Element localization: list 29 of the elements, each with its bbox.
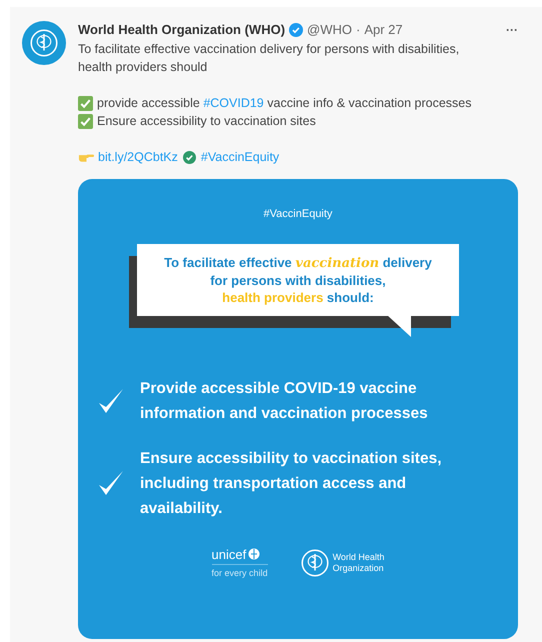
who-emblem-icon [300,548,330,578]
tweet-text: To facilitate effective vaccination delivery for persons with disabilities, health providers should [78,41,460,76]
bubble-tail [387,314,413,336]
who-logo-text: Organization [332,563,384,574]
link[interactable]: bit.ly/2QCbtKz [98,148,178,166]
check-mark-icon [78,114,93,128]
check-mark-icon [78,96,93,110]
hashtag-link[interactable]: #VaccinEquity [200,148,280,166]
who-logo-text: World Health [332,552,384,563]
emblem-icon [29,28,59,58]
infographic[interactable] [78,179,518,639]
date[interactable]: Apr 27 [364,21,403,39]
handle[interactable]: @WHO [307,21,352,39]
avatar[interactable] [22,21,66,65]
globe-icon [248,548,260,560]
check-circle-icon [182,150,196,164]
separator: · [356,21,360,39]
graphic-hashtag: #VaccinEquity [264,207,332,222]
more-button[interactable]: ··· [506,21,518,39]
bubble-text: To facilitate effective vaccination delivery [164,254,432,272]
bubble-text: for persons with disabilities, [210,272,386,288]
unicef-tagline: for every child [212,564,268,580]
unicef-logo-text: unicef [212,546,246,562]
author-name[interactable]: World Health Organization (WHO) [78,21,286,39]
bubble-text: health providers should: [222,288,374,306]
checklist-text: Ensure accessibility to vaccination sites [97,113,316,130]
item-text: Ensure accessibility to vaccination sites, including transportation access and availability. [140,448,443,518]
checklist-text: provide accessible #COVID19 vaccine info & vaccination processes [97,95,472,112]
item-text: Provide accessible COVID-19 vaccine information and vaccination processes [140,378,429,424]
